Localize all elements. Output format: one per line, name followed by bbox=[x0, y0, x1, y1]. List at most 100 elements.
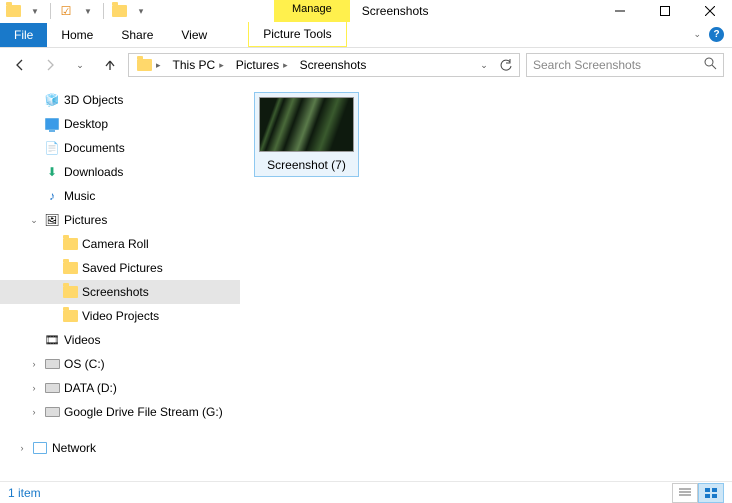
refresh-button[interactable] bbox=[495, 54, 517, 76]
file-list[interactable]: Screenshot (7) bbox=[240, 82, 732, 481]
folder-icon bbox=[62, 236, 78, 252]
drive-icon bbox=[44, 380, 60, 396]
breadcrumb-label: Screenshots bbox=[300, 58, 367, 72]
breadcrumb-root-icon[interactable]: ▸ bbox=[131, 59, 167, 71]
tab-share[interactable]: Share bbox=[107, 23, 167, 47]
forward-button[interactable] bbox=[38, 53, 62, 77]
back-button[interactable] bbox=[8, 53, 32, 77]
videos-icon: 🎞 bbox=[44, 332, 60, 348]
chevron-right-icon[interactable]: › bbox=[28, 383, 40, 393]
tab-picture-tools[interactable]: Picture Tools bbox=[248, 22, 346, 47]
search-icon[interactable] bbox=[704, 57, 717, 73]
window-title: Screenshots bbox=[350, 0, 441, 18]
ribbon-tabs: File Home Share View Picture Tools ⌄ ? bbox=[0, 22, 732, 48]
file-item[interactable]: Screenshot (7) bbox=[254, 92, 359, 177]
tree-label: Desktop bbox=[64, 117, 108, 131]
minimize-button[interactable] bbox=[597, 0, 642, 22]
tree-item-video-projects[interactable]: Video Projects bbox=[0, 304, 240, 328]
tree-item-network[interactable]: › Network bbox=[0, 436, 240, 460]
tree-label: DATA (D:) bbox=[64, 381, 117, 395]
folder-icon bbox=[62, 308, 78, 324]
tree-label: Pictures bbox=[64, 213, 107, 227]
tree-label: Downloads bbox=[64, 165, 123, 179]
maximize-button[interactable] bbox=[642, 0, 687, 22]
tree-label: Saved Pictures bbox=[82, 261, 163, 275]
main-area: 🧊3D Objects Desktop 📄 Documents ⬇ Download… bbox=[0, 82, 732, 481]
breadcrumb-label: This PC bbox=[173, 58, 216, 72]
network-icon bbox=[32, 440, 48, 456]
address-dropdown-button[interactable]: ⌄ bbox=[473, 54, 495, 76]
chevron-right-icon[interactable]: › bbox=[28, 359, 40, 369]
title-bar: ▼ ☑ ▼ ▾ Manage Screenshots bbox=[0, 0, 732, 22]
navigation-tree[interactable]: 🧊3D Objects Desktop 📄 Documents ⬇ Download… bbox=[0, 82, 240, 481]
tree-item-screenshots[interactable]: Screenshots bbox=[0, 280, 240, 304]
tree-label: Camera Roll bbox=[82, 237, 149, 251]
folder-icon bbox=[4, 2, 22, 20]
search-input[interactable] bbox=[533, 58, 717, 72]
folder-icon bbox=[62, 284, 78, 300]
documents-icon: 📄 bbox=[44, 140, 60, 156]
separator bbox=[50, 3, 51, 19]
tree-item-drive-g[interactable]: › Google Drive File Stream (G:) bbox=[0, 400, 240, 424]
downloads-icon: ⬇ bbox=[44, 164, 60, 180]
thumbnail-image bbox=[259, 97, 354, 152]
tree-label: Video Projects bbox=[82, 309, 159, 323]
close-button[interactable] bbox=[687, 0, 732, 22]
chevron-right-icon[interactable]: › bbox=[28, 407, 40, 417]
help-icon[interactable]: ? bbox=[709, 27, 724, 42]
music-icon: ♪ bbox=[44, 188, 60, 204]
overflow-icon[interactable]: ▾ bbox=[132, 2, 150, 20]
drive-icon bbox=[44, 404, 60, 420]
pictures-icon: 🖼 bbox=[44, 212, 60, 228]
breadcrumb-segment[interactable]: This PC▸ bbox=[167, 58, 230, 72]
tree-label: Network bbox=[52, 441, 96, 455]
chevron-down-icon[interactable]: ▼ bbox=[26, 2, 44, 20]
folder-icon bbox=[110, 2, 128, 20]
tree-item-drive-d[interactable]: › DATA (D:) bbox=[0, 376, 240, 400]
tree-item-pictures[interactable]: ⌄ 🖼 Pictures bbox=[0, 208, 240, 232]
tree-label: Documents bbox=[64, 141, 125, 155]
search-box[interactable] bbox=[526, 53, 724, 77]
tree-item-3d-objects[interactable]: 🧊3D Objects bbox=[0, 88, 240, 112]
chevron-down-icon[interactable]: ⌄ bbox=[693, 29, 701, 40]
tree-label: Music bbox=[64, 189, 95, 203]
up-button[interactable] bbox=[98, 53, 122, 77]
tree-label: Google Drive File Stream (G:) bbox=[64, 405, 223, 419]
desktop-icon bbox=[44, 116, 60, 132]
contextual-tab-header: Manage bbox=[274, 0, 350, 22]
folder-icon bbox=[62, 260, 78, 276]
status-bar: 1 item bbox=[0, 481, 732, 503]
tree-label: Videos bbox=[64, 333, 100, 347]
tree-item-desktop[interactable]: Desktop bbox=[0, 112, 240, 136]
breadcrumb-segment[interactable]: Screenshots bbox=[294, 58, 373, 72]
chevron-down-icon[interactable]: ⌄ bbox=[28, 215, 40, 226]
breadcrumb-label: Pictures bbox=[236, 58, 279, 72]
recent-locations-button[interactable]: ⌄ bbox=[68, 53, 92, 77]
tree-item-drive-c[interactable]: › OS (C:) bbox=[0, 352, 240, 376]
properties-icon[interactable]: ☑ bbox=[57, 2, 75, 20]
chevron-down-icon[interactable]: ▼ bbox=[79, 2, 97, 20]
quick-access-toolbar: ▼ ☑ ▼ ▾ bbox=[0, 0, 154, 22]
tab-file[interactable]: File bbox=[0, 23, 47, 47]
tab-home[interactable]: Home bbox=[47, 23, 107, 47]
details-view-button[interactable] bbox=[672, 483, 698, 503]
tree-label: 3D Objects bbox=[64, 93, 123, 107]
status-item-count: 1 item bbox=[8, 486, 41, 500]
tab-view[interactable]: View bbox=[167, 23, 221, 47]
tree-item-camera-roll[interactable]: Camera Roll bbox=[0, 232, 240, 256]
tree-label: OS (C:) bbox=[64, 357, 105, 371]
navigation-bar: ⌄ ▸ This PC▸ Pictures▸ Screenshots ⌄ bbox=[0, 48, 732, 82]
tree-item-videos[interactable]: 🎞 Videos bbox=[0, 328, 240, 352]
tree-item-music[interactable]: ♪ Music bbox=[0, 184, 240, 208]
chevron-right-icon[interactable]: › bbox=[16, 443, 28, 453]
breadcrumb-segment[interactable]: Pictures▸ bbox=[230, 58, 294, 72]
tree-item-saved-pictures[interactable]: Saved Pictures bbox=[0, 256, 240, 280]
thumbnails-view-button[interactable] bbox=[698, 483, 724, 503]
tree-item-downloads[interactable]: ⬇ Downloads bbox=[0, 160, 240, 184]
file-name: Screenshot (7) bbox=[259, 158, 354, 172]
tree-label: Screenshots bbox=[82, 285, 149, 299]
drive-icon bbox=[44, 356, 60, 372]
contextual-tab-group: Manage bbox=[274, 0, 350, 22]
address-bar[interactable]: ▸ This PC▸ Pictures▸ Screenshots ⌄ bbox=[128, 53, 520, 77]
tree-item-documents[interactable]: 📄 Documents bbox=[0, 136, 240, 160]
